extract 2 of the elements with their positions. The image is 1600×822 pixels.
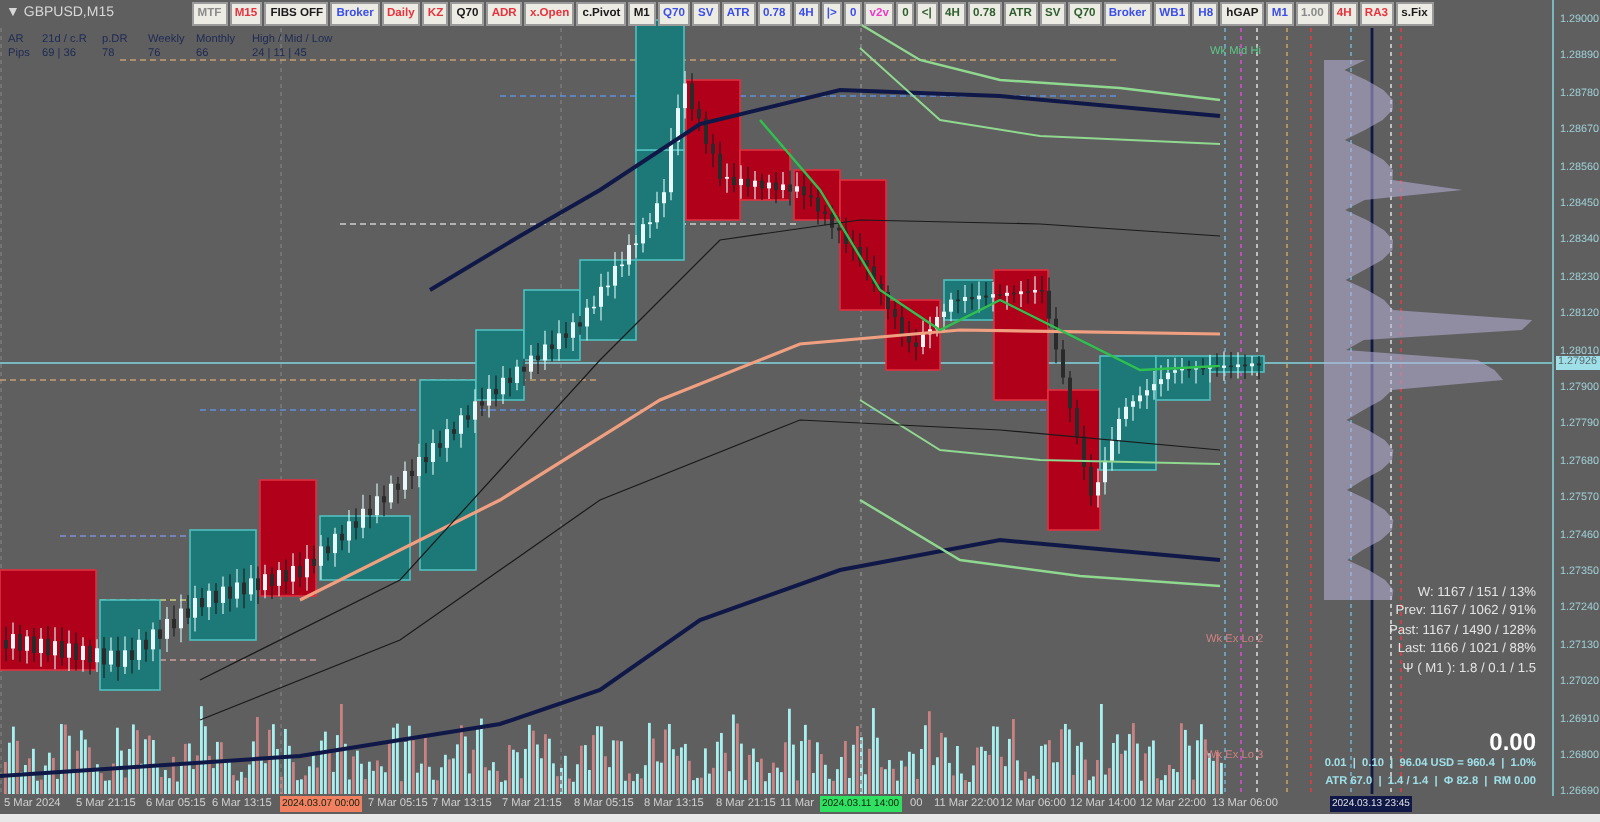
candle-box [635,19,685,151]
balance-value: 0.00 [1489,726,1536,758]
